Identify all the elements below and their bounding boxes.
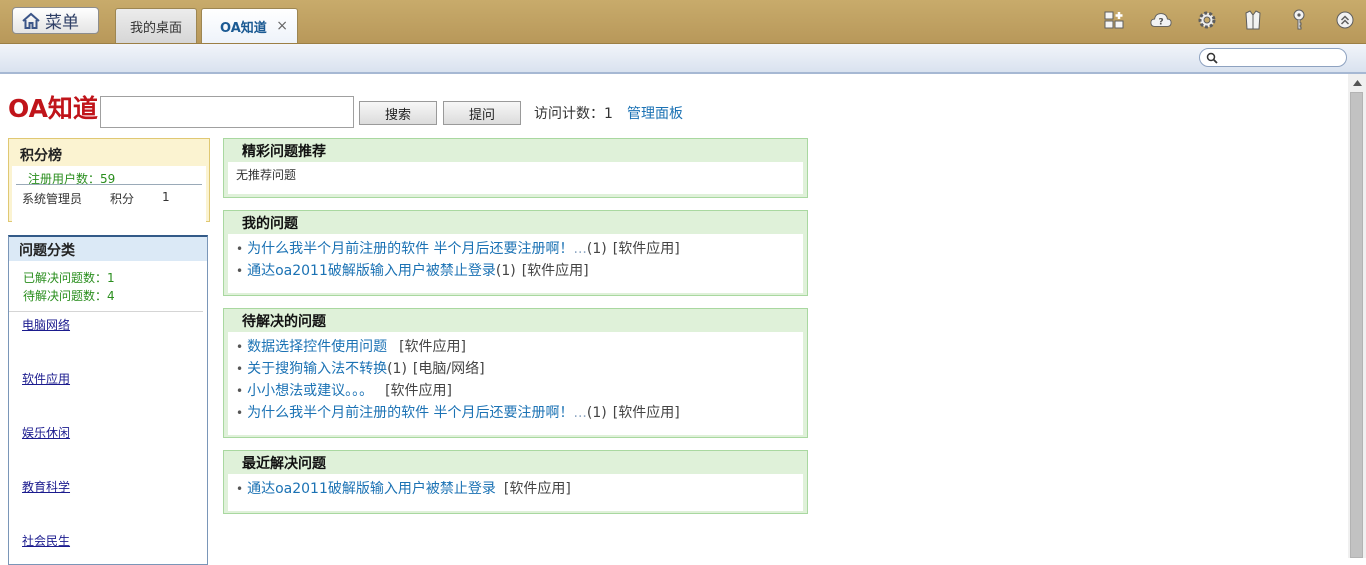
list-item: • 小小想法或建议。。。 [软件应用]: [236, 380, 795, 402]
category-link-society[interactable]: 社会民生: [22, 532, 70, 549]
recommend-body: 无推荐问题: [228, 162, 803, 194]
score-points-value: 1: [162, 190, 170, 204]
my-questions-body: • 为什么我半个月前注册的软件 半个月后还要注册啊！...(1) [软件应用] • 通…: [228, 234, 803, 293]
bullet: •: [236, 384, 244, 398]
solved-count: 已解决问题数：1: [23, 271, 115, 285]
list-item: • 关于搜狗输入法不转换(1) [电脑/网络]: [236, 358, 795, 380]
bullet: •: [236, 482, 244, 496]
key-icon[interactable]: [1288, 9, 1310, 31]
score-row: 系统管理员 积分 1: [12, 185, 206, 207]
recent-solved-body: • 通达oa2011破解版输入用户被禁止登录 [软件应用]: [228, 474, 803, 511]
visit-count: 访问计数：1: [534, 106, 613, 122]
question-answer-count: (1): [586, 405, 607, 421]
question-link[interactable]: 通达oa2011破解版输入用户被禁止登录: [247, 263, 496, 279]
score-title: 积分榜: [12, 142, 206, 166]
no-recommend-text: 无推荐问题: [236, 168, 297, 182]
sub-bar: [0, 44, 1366, 74]
bullet: •: [236, 362, 244, 376]
pending-questions-box: 待解决的问题 • 数据选择控件使用问题 [软件应用] • 关于搜狗输入法不转换(1)[…: [223, 308, 808, 438]
question-answer-count: (1): [586, 241, 607, 257]
category-stats: 已解决问题数：1 待解决问题数：4: [9, 261, 203, 312]
tab-my-desktop[interactable]: 我的桌面: [115, 8, 197, 43]
category-link-education[interactable]: 教育科学: [22, 478, 70, 495]
question-link[interactable]: 通达oa2011破解版输入用户被禁止登录: [247, 481, 496, 497]
top-bar: 菜单 我的桌面 OA知道 × ?: [0, 0, 1366, 44]
recent-solved-box: 最近解决问题 • 通达oa2011破解版输入用户被禁止登录 [软件应用]: [223, 450, 808, 514]
score-points-label: 积分: [110, 192, 135, 206]
vertical-scrollbar[interactable]: [1348, 74, 1366, 558]
question-link[interactable]: 数据选择控件使用问题: [247, 339, 387, 355]
ask-button[interactable]: 提问: [443, 101, 521, 125]
my-questions-box: 我的问题 • 为什么我半个月前注册的软件 半个月后还要注册啊！...(1) [软件应…: [223, 210, 808, 296]
category-link-software[interactable]: 软件应用: [22, 370, 70, 387]
pending-questions-title: 待解决的问题: [242, 313, 326, 330]
my-questions-title: 我的问题: [242, 215, 298, 232]
question-answer-count: (1): [495, 263, 516, 279]
menu-button[interactable]: 菜单: [12, 7, 99, 34]
global-search-input[interactable]: [1199, 48, 1347, 67]
layout-icon[interactable]: [1104, 9, 1126, 31]
score-user-name: 系统管理员: [22, 192, 83, 206]
admin-panel-link[interactable]: 管理面板: [627, 103, 683, 123]
cloud-help-icon[interactable]: ?: [1150, 9, 1172, 31]
bullet: •: [236, 340, 244, 354]
tab-label: 我的桌面: [129, 20, 182, 36]
category-panel: 问题分类 已解决问题数：1 待解决问题数：4 电脑网络 软件应用 娱乐休闲 教育…: [8, 235, 208, 565]
category-link-entertainment[interactable]: 娱乐休闲: [22, 424, 70, 441]
question-category: [软件应用]: [503, 481, 571, 497]
svg-text:?: ?: [1158, 17, 1163, 28]
recommend-box: 精彩问题推荐 无推荐问题: [223, 138, 808, 198]
brand-title: OA知道: [8, 94, 98, 123]
shirt-icon[interactable]: [1242, 9, 1264, 31]
question-category: [电脑/网络]: [412, 361, 485, 377]
gear-icon[interactable]: [1196, 9, 1218, 31]
close-icon[interactable]: ×: [276, 18, 288, 34]
question-category: [软件应用]: [521, 263, 589, 279]
list-item: • 通达oa2011破解版输入用户被禁止登录(1) [软件应用]: [236, 260, 795, 282]
search-icon: [1206, 52, 1218, 64]
recommend-title: 精彩问题推荐: [242, 143, 326, 160]
question-link[interactable]: 小小想法或建议。。。: [247, 383, 373, 399]
category-title: 问题分类: [9, 237, 207, 261]
pending-questions-body: • 数据选择控件使用问题 [软件应用] • 关于搜狗输入法不转换(1) [电脑/网络] …: [228, 332, 803, 435]
chevron-up-circle-icon[interactable]: [1334, 9, 1356, 31]
toolbar-icons: ?: [1080, 9, 1356, 31]
tab-label: OA知道: [220, 20, 267, 36]
question-answer-count: (1): [387, 361, 407, 377]
category-link-computer-network[interactable]: 电脑网络: [22, 316, 70, 333]
scroll-thumb[interactable]: [1350, 92, 1363, 558]
question-category: [软件应用]: [612, 241, 680, 257]
list-item: • 数据选择控件使用问题 [软件应用]: [236, 336, 795, 358]
search-button[interactable]: 搜索: [359, 101, 437, 125]
question-link[interactable]: 关于搜狗输入法不转换: [247, 361, 387, 377]
question-more: ...: [573, 405, 587, 421]
bullet: •: [236, 406, 244, 420]
question-category: [软件应用]: [385, 383, 453, 399]
question-more: ...: [573, 241, 587, 257]
score-panel: 积分榜 注册用户数：59 系统管理员 积分 1: [8, 138, 210, 240]
list-item: • 通达oa2011破解版输入用户被禁止登录 [软件应用]: [236, 478, 795, 500]
menu-label: 菜单: [45, 13, 79, 33]
bullet: •: [236, 264, 244, 278]
scroll-up-arrow-icon[interactable]: [1348, 74, 1366, 91]
recent-solved-title: 最近解决问题: [242, 455, 326, 472]
home-icon: [22, 12, 40, 29]
registered-users-count: 注册用户数：59: [16, 166, 202, 186]
list-item: • 为什么我半个月前注册的软件 半个月后还要注册啊！...(1) [软件应用]: [236, 402, 795, 424]
pending-count: 待解决问题数：4: [23, 289, 115, 303]
question-category: [软件应用]: [612, 405, 680, 421]
question-link[interactable]: 为什么我半个月前注册的软件 半个月后还要注册啊！: [247, 241, 573, 257]
bullet: •: [236, 242, 244, 256]
tab-oa-zhidao[interactable]: OA知道 ×: [201, 8, 298, 43]
list-item: • 为什么我半个月前注册的软件 半个月后还要注册啊！...(1) [软件应用]: [236, 238, 795, 260]
score-body: 注册用户数：59 系统管理员 积分 1: [12, 166, 206, 240]
question-link[interactable]: 为什么我半个月前注册的软件 半个月后还要注册啊！: [247, 405, 573, 421]
question-category: [软件应用]: [399, 339, 467, 355]
question-search-input[interactable]: [100, 96, 354, 128]
